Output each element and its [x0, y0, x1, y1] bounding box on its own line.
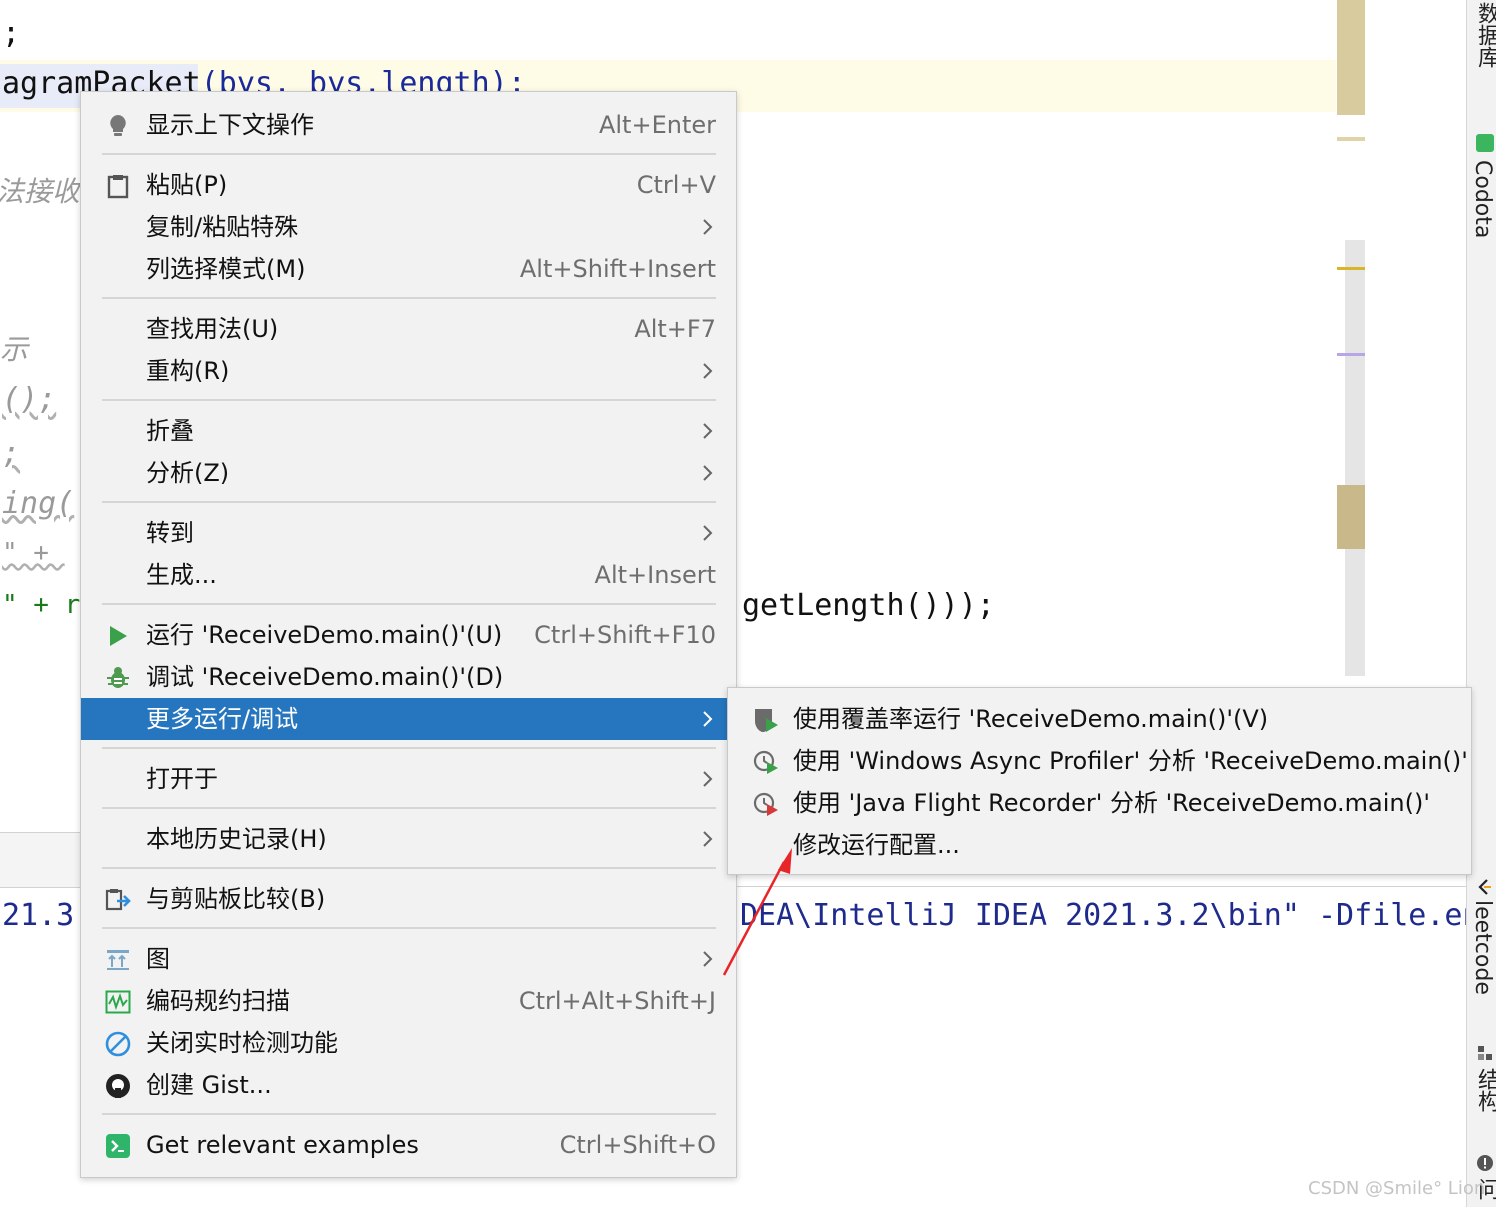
disable-icon — [105, 1031, 131, 1057]
gutter-mark — [1337, 137, 1365, 141]
console-divider — [736, 886, 1466, 887]
console-output-right: DEA\IntelliJ IDEA 2021.3.2\bin" -Dfile.e… — [740, 898, 1481, 933]
code-line-7-left: " + r — [2, 590, 81, 620]
leetcode-icon — [1478, 879, 1491, 895]
diagram-icon — [107, 950, 129, 970]
chevron-right-icon — [703, 219, 713, 235]
scan-icon — [105, 990, 131, 1014]
code-line-1: ; — [2, 16, 21, 51]
menu-item-analyze[interactable]: 分析(Z) — [81, 452, 736, 494]
menu-item-diagram[interactable]: 图 — [81, 938, 736, 980]
sidebar-item-database[interactable]: 数据库 — [1470, 2, 1496, 68]
more-run-debug-submenu: 使用覆盖率运行 'ReceiveDemo.main()'(V) 使用 'Wind… — [727, 687, 1472, 875]
sidebar-item-leetcode[interactable]: leetcode — [1470, 900, 1495, 995]
menu-item-get-examples[interactable]: Get relevant examples Ctrl+Shift+O — [81, 1124, 736, 1166]
sidebar-item-structure[interactable]: 结构 — [1470, 1068, 1496, 1112]
menu-item-open-in[interactable]: 打开于 — [81, 758, 736, 800]
submenu-item-run-with-coverage[interactable]: 使用覆盖率运行 'ReceiveDemo.main()'(V) — [728, 698, 1471, 740]
menu-item-disable-realtime-check[interactable]: 关闭实时检测功能 — [81, 1022, 736, 1064]
menu-item-generate[interactable]: 生成... Alt+Insert — [81, 554, 736, 596]
menu-item-compare-clipboard[interactable]: 与剪贴板比较(B) — [81, 878, 736, 920]
menu-item-column-selection[interactable]: 列选择模式(M) Alt+Shift+Insert — [81, 248, 736, 290]
menu-separator — [102, 297, 716, 299]
menu-item-debug[interactable]: 调试 'ReceiveDemo.main()'(D) — [81, 656, 736, 698]
menu-item-more-run-debug[interactable]: 更多运行/调试 — [81, 698, 736, 740]
codota-icon — [1476, 134, 1494, 152]
chevron-right-icon — [703, 831, 713, 847]
menu-item-create-gist[interactable]: 创建 Gist... — [81, 1064, 736, 1106]
chevron-right-icon — [703, 363, 713, 379]
comment-line-1: 法接收 — [0, 175, 81, 208]
chevron-right-icon — [703, 711, 713, 727]
menu-item-goto[interactable]: 转到 — [81, 512, 736, 554]
sidebar-item-codota[interactable]: Codota — [1470, 160, 1495, 238]
code-line-6: " + — [2, 538, 65, 568]
submenu-item-async-profiler[interactable]: 使用 'Windows Async Profiler' 分析 'ReceiveD… — [728, 740, 1471, 782]
vertical-scrollbar[interactable] — [1345, 240, 1365, 676]
menu-item-code-scan[interactable]: 编码规约扫描 Ctrl+Alt+Shift+J — [81, 980, 736, 1022]
menu-separator — [102, 501, 716, 503]
menu-separator — [102, 399, 716, 401]
menu-separator — [102, 867, 716, 869]
scroll-thumb[interactable] — [1337, 485, 1365, 549]
console-output-left: 21.3 — [2, 898, 75, 933]
chevron-right-icon — [703, 525, 713, 541]
compare-clipboard-icon — [105, 889, 131, 911]
menu-separator — [102, 927, 716, 929]
problems-icon — [1477, 1155, 1493, 1171]
code-line-5: ing( — [2, 486, 75, 521]
submenu-item-edit-run-config[interactable]: 修改运行配置... — [728, 824, 1471, 866]
coverage-icon — [755, 709, 778, 732]
code-line-4: ; — [2, 436, 21, 471]
menu-item-find-usages[interactable]: 查找用法(U) Alt+F7 — [81, 308, 736, 350]
menu-separator — [102, 153, 716, 155]
codota-icon — [106, 1134, 130, 1158]
menu-item-local-history[interactable]: 本地历史记录(H) — [81, 818, 736, 860]
gutter-change-marker — [1337, 0, 1365, 115]
menu-item-paste[interactable]: 粘贴(P) Ctrl+V — [81, 164, 736, 206]
chevron-right-icon — [703, 465, 713, 481]
menu-item-refactor[interactable]: 重构(R) — [81, 350, 736, 392]
watermark: CSDN @Smile° Lion — [1308, 1178, 1486, 1199]
profiler-icon — [753, 750, 778, 774]
menu-separator — [102, 1113, 716, 1115]
submenu-item-flight-recorder[interactable]: 使用 'Java Flight Recorder' 分析 'ReceiveDem… — [728, 782, 1471, 824]
warning-marker[interactable] — [1337, 267, 1365, 270]
code-line-7-right: getLength())); — [742, 588, 995, 623]
editor-context-menu: 显示上下文操作 Alt+Enter 粘贴(P) Ctrl+V 复制/粘贴特殊 列… — [80, 91, 737, 1178]
clipboard-icon — [107, 175, 129, 199]
github-icon — [106, 1074, 130, 1098]
lightbulb-icon — [110, 115, 126, 136]
menu-item-run[interactable]: 运行 'ReceiveDemo.main()'(U) Ctrl+Shift+F1… — [81, 614, 736, 656]
info-marker[interactable] — [1337, 353, 1365, 356]
menu-item-show-context-actions[interactable]: 显示上下文操作 Alt+Enter — [81, 104, 736, 146]
code-line-3: (); — [2, 382, 57, 417]
chevron-right-icon — [703, 951, 713, 967]
run-icon — [110, 626, 127, 646]
menu-item-folding[interactable]: 折叠 — [81, 410, 736, 452]
console-toolbar — [0, 832, 80, 888]
chevron-right-icon — [703, 423, 713, 439]
menu-separator — [102, 603, 716, 605]
comment-line-2: 示 — [0, 333, 29, 366]
menu-separator — [102, 747, 716, 749]
structure-icon — [1478, 1046, 1492, 1060]
flight-recorder-icon — [753, 792, 778, 816]
menu-item-copy-paste-special[interactable]: 复制/粘贴特殊 — [81, 206, 736, 248]
menu-separator — [102, 807, 716, 809]
debug-icon — [107, 667, 129, 688]
chevron-right-icon — [703, 771, 713, 787]
